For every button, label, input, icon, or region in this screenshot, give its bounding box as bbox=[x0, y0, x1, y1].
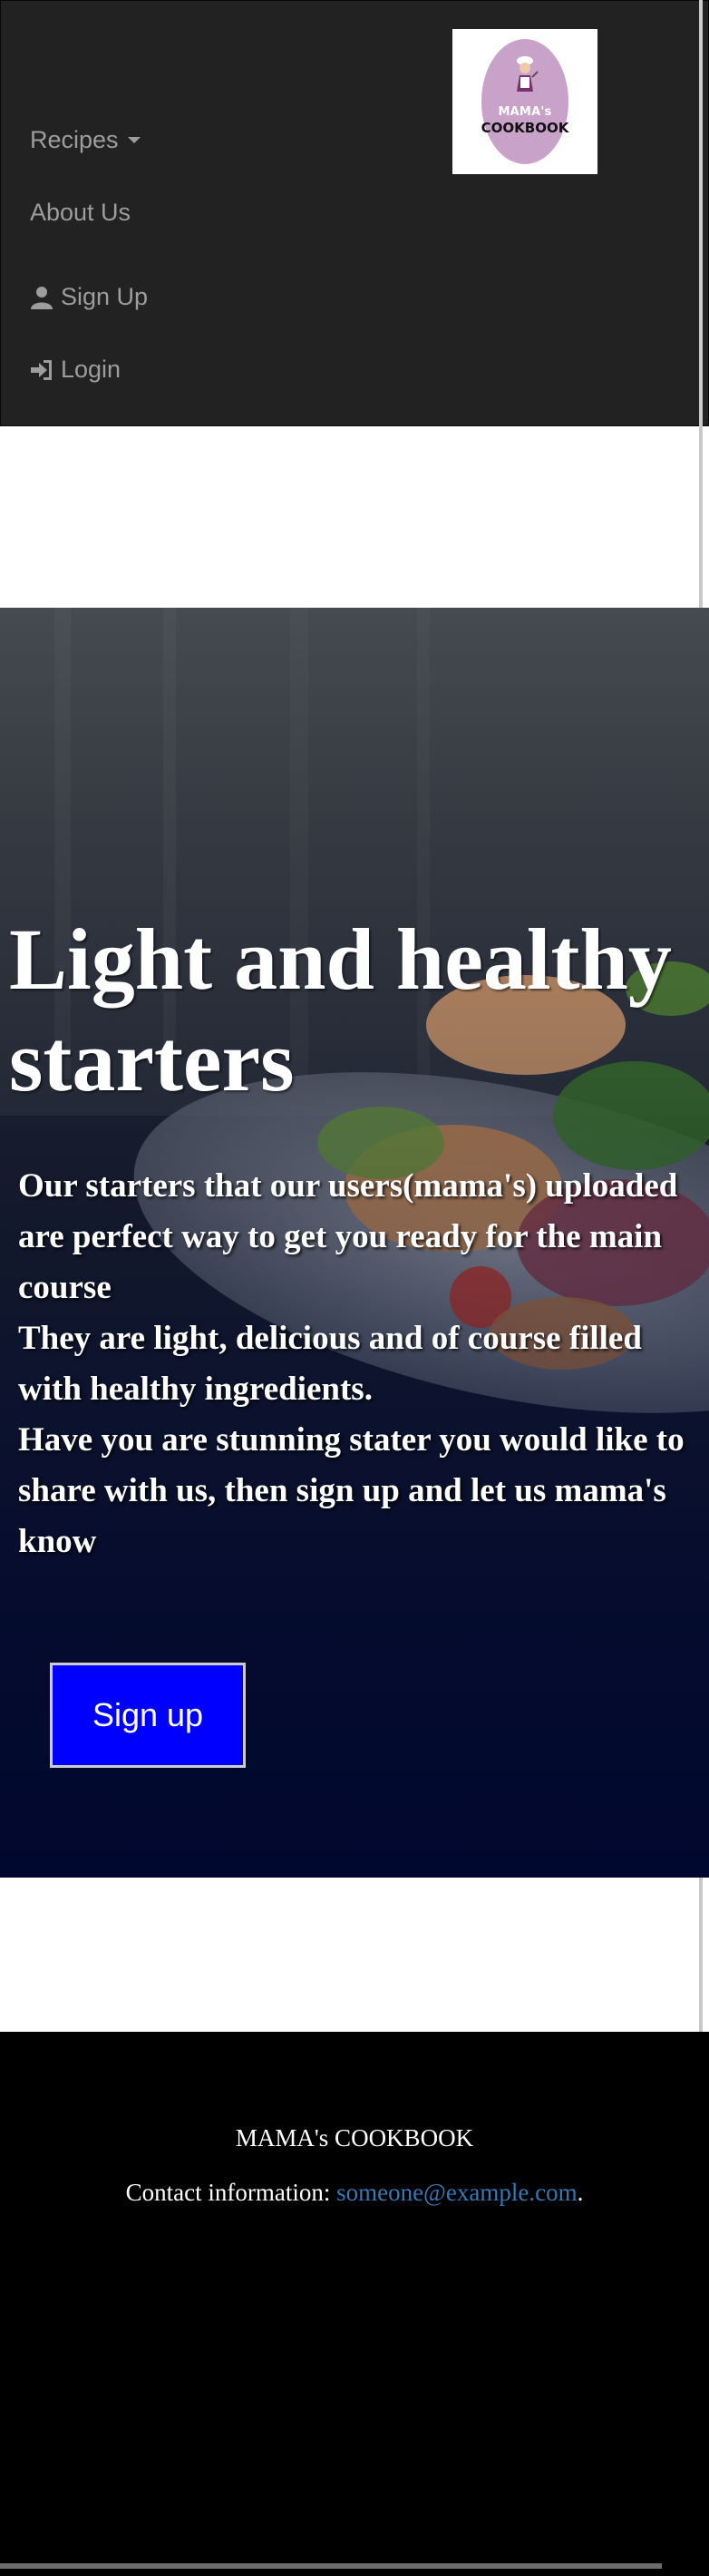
hero-title-line2: starters bbox=[9, 1012, 295, 1109]
hero-title: Light and healthy starters bbox=[9, 909, 707, 1112]
logo-oval: MAMA's COOKBOOK bbox=[481, 39, 568, 164]
nav-signup-label: Sign Up bbox=[61, 283, 149, 310]
hero-description: Our starters that our users(mama's) uplo… bbox=[18, 1161, 689, 1567]
logo-text-bottom: COOKBOOK bbox=[481, 120, 569, 136]
nav-login-label: Login bbox=[61, 356, 121, 383]
nav-signup-link[interactable]: Sign Up bbox=[30, 283, 148, 311]
logo-text-top: MAMA's bbox=[498, 105, 552, 119]
hero-paragraph: Our starters that our users(mama's) uplo… bbox=[18, 1167, 678, 1306]
contact-suffix: . bbox=[577, 2179, 584, 2206]
caret-down-icon bbox=[127, 137, 141, 143]
user-icon bbox=[31, 286, 53, 309]
horizontal-scrollbar[interactable] bbox=[0, 2563, 662, 2569]
contact-email-link[interactable]: someone@example.com bbox=[336, 2179, 578, 2206]
footer-contact: Contact information: someone@example.com… bbox=[0, 2179, 709, 2207]
navbar: MAMA's COOKBOOK Recipes About Us Sign Up… bbox=[0, 0, 709, 426]
nav-recipes-dropdown[interactable]: Recipes bbox=[30, 126, 141, 154]
hero-paragraph: Have you are stunning stater you would l… bbox=[18, 1421, 685, 1560]
footer: MAMA's COOKBOOK Contact information: som… bbox=[0, 2032, 709, 2576]
footer-title: MAMA's COOKBOOK bbox=[235, 2124, 474, 2152]
nav-about-link[interactable]: About Us bbox=[30, 199, 131, 227]
hero-paragraph: They are light, delicious and of course … bbox=[18, 1320, 642, 1408]
hero-title-line1: Light and healthy bbox=[9, 911, 672, 1008]
nav-about-label: About Us bbox=[30, 199, 131, 226]
contact-label: Contact information: bbox=[125, 2179, 337, 2206]
hero-section: Light and healthy starters Our starters … bbox=[0, 608, 709, 1878]
login-icon bbox=[31, 359, 52, 380]
logo[interactable]: MAMA's COOKBOOK bbox=[452, 29, 597, 174]
signup-button[interactable]: Sign up bbox=[50, 1663, 246, 1768]
chef-icon bbox=[517, 56, 539, 92]
nav-recipes-label: Recipes bbox=[30, 126, 119, 153]
nav-login-link[interactable]: Login bbox=[30, 356, 121, 384]
